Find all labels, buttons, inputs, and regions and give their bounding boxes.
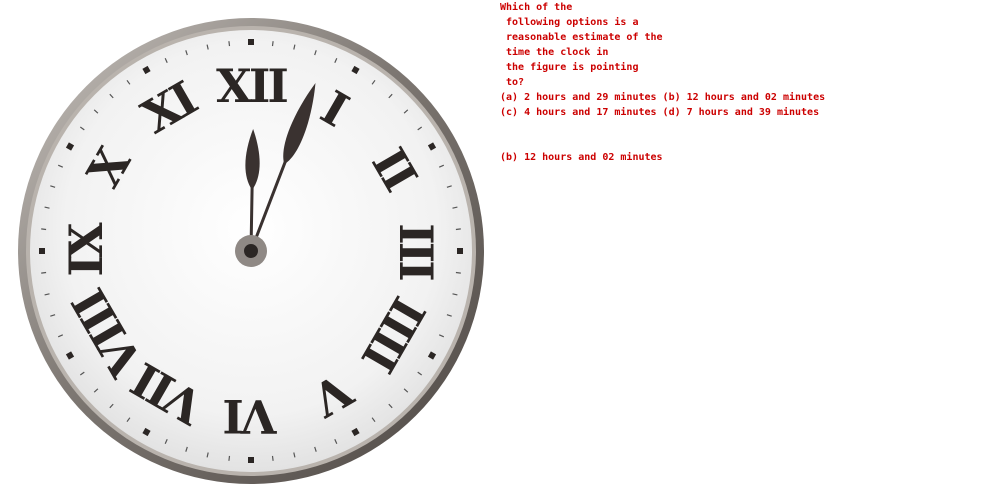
numeral-iii: III [389, 223, 443, 280]
hour-tick [457, 248, 463, 254]
minute-tick [271, 455, 274, 461]
question-line: time the clock in [500, 47, 609, 58]
numeral-xii: XII [216, 59, 287, 113]
question-line: reasonable estimate of the [500, 32, 663, 43]
center-pin [244, 244, 258, 258]
question-line: the figure is pointing [500, 62, 639, 73]
option-line: (c) 4 hours and 17 minutes (d) 7 hours a… [500, 107, 820, 118]
minute-tick [455, 228, 461, 231]
numeral-vi: VI [224, 389, 278, 443]
minute-tick [228, 41, 231, 47]
question-line: following options is a [500, 17, 639, 28]
question-line: Which of the [500, 2, 573, 13]
option-line: (a) 2 hours and 29 minutes (b) 12 hours … [500, 92, 826, 103]
hour-tick [248, 457, 254, 463]
answer-line: (b) 12 hours and 02 minutes [500, 152, 663, 163]
question-panel: Which of the following options is a reas… [500, 0, 995, 165]
minute-tick [41, 228, 47, 231]
minute-tick [271, 41, 274, 47]
page: XII I II III IIII V VI VII VIII IX X XI Which of th… [0, 0, 1000, 498]
minute-tick [228, 455, 231, 461]
clock-figure: XII I II III IIII V VI VII VIII IX X XI [0, 0, 500, 498]
question-line: to? [500, 77, 525, 88]
minute-tick [41, 271, 47, 274]
analog-clock: XII IIIIIIIIIIVVIVIIVIIIIXXXI [18, 18, 484, 484]
hour-tick [248, 39, 254, 45]
hour-tick [39, 248, 45, 254]
minute-tick [455, 271, 461, 274]
numeral-ix: IX [59, 222, 113, 277]
